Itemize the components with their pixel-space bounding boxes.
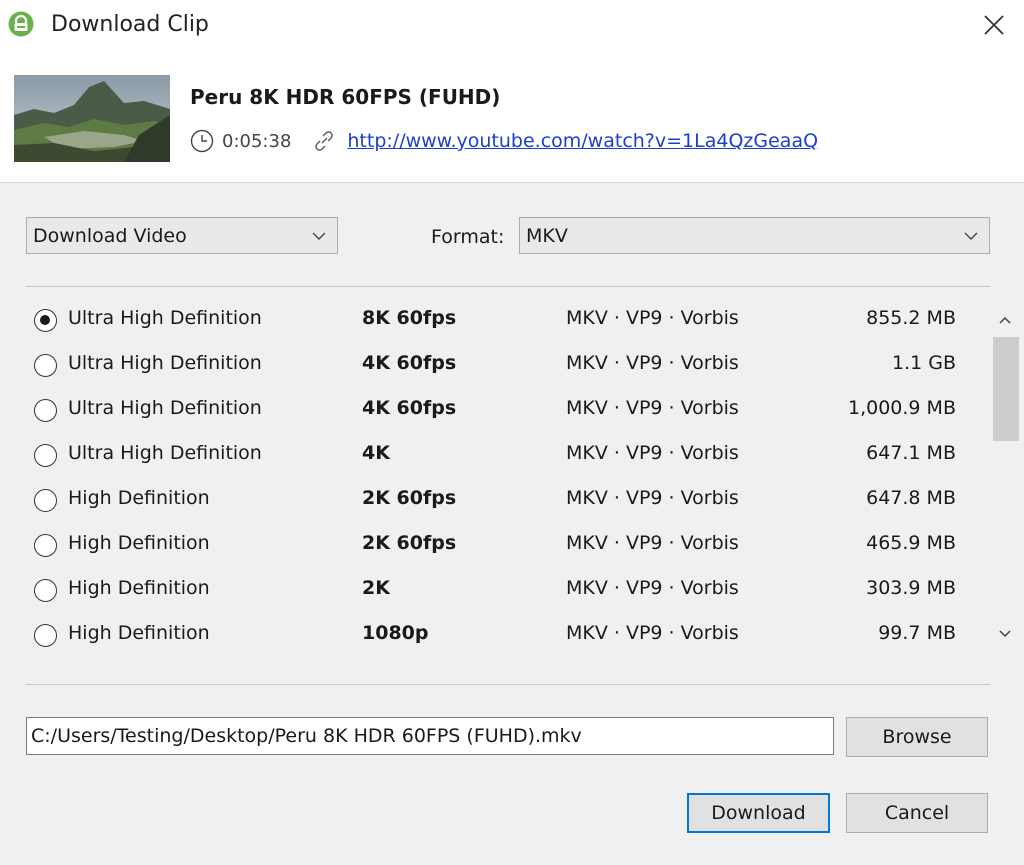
stream-resolution: 4K	[362, 442, 390, 464]
window-title: Download Clip	[51, 12, 209, 37]
video-thumbnail	[14, 75, 170, 162]
video-url-link[interactable]: http://www.youtube.com/watch?v=1La4QzGea…	[347, 130, 818, 152]
stream-codec: MKV · VP9 · Vorbis	[566, 307, 739, 329]
chevron-down-icon	[964, 232, 978, 240]
stream-size: 1.1 GB	[891, 352, 956, 374]
stream-quality: Ultra High Definition	[68, 307, 262, 329]
video-duration: 0:05:38	[222, 130, 292, 152]
stream-row[interactable]: Ultra High Definition 4K 60fps MKV · VP9…	[26, 388, 966, 433]
clock-icon	[190, 129, 214, 153]
browse-button[interactable]: Browse	[846, 717, 988, 757]
stream-radio[interactable]	[34, 489, 57, 512]
stream-radio[interactable]	[34, 534, 57, 557]
video-meta: 0:05:38 http://www.youtube.com/watch?v=1…	[190, 126, 818, 156]
download-button[interactable]: Download	[687, 793, 830, 833]
clip-header: Download Clip Peru 8K HDR 60FPS (FUHD) 0…	[0, 0, 1024, 183]
stream-quality: Ultra High Definition	[68, 397, 262, 419]
cancel-button[interactable]: Cancel	[846, 793, 988, 833]
stream-resolution: 8K 60fps	[362, 307, 457, 329]
stream-codec: MKV · VP9 · Vorbis	[566, 487, 739, 509]
stream-row[interactable]: High Definition 2K 60fps MKV · VP9 · Vor…	[26, 478, 966, 523]
stream-radio[interactable]	[34, 444, 57, 467]
stream-size: 99.7 MB	[878, 622, 956, 644]
stream-size: 1,000.9 MB	[848, 397, 956, 419]
stream-quality: Ultra High Definition	[68, 352, 262, 374]
stream-row[interactable]: Ultra High Definition 4K 60fps MKV · VP9…	[26, 343, 966, 388]
video-title: Peru 8K HDR 60FPS (FUHD)	[190, 85, 501, 109]
stream-quality: High Definition	[68, 622, 210, 644]
format-value: MKV	[526, 224, 568, 247]
stream-resolution: 2K 60fps	[362, 532, 457, 554]
stream-quality: High Definition	[68, 532, 210, 554]
stream-row[interactable]: High Definition 2K 60fps MKV · VP9 · Vor…	[26, 523, 966, 568]
app-logo-icon	[8, 11, 34, 37]
stream-resolution: 2K	[362, 577, 390, 599]
download-mode-select[interactable]: Download Video	[26, 217, 338, 254]
stream-quality: Ultra High Definition	[68, 442, 262, 464]
download-mode-value: Download Video	[33, 224, 187, 247]
stream-radio[interactable]	[34, 399, 57, 422]
format-select[interactable]: MKV	[519, 217, 990, 254]
output-path-input[interactable]	[26, 717, 834, 755]
stream-radio[interactable]	[34, 309, 57, 332]
stream-radio[interactable]	[34, 579, 57, 602]
stream-codec: MKV · VP9 · Vorbis	[566, 532, 739, 554]
stream-list: Ultra High Definition 8K 60fps MKV · VP9…	[26, 298, 992, 653]
stream-resolution: 1080p	[362, 622, 429, 644]
chevron-down-icon	[312, 232, 326, 240]
stream-row[interactable]: Ultra High Definition 4K MKV · VP9 · Vor…	[26, 433, 966, 478]
stream-row[interactable]: High Definition 1080p MKV · VP9 · Vorbis…	[26, 613, 966, 653]
stream-resolution: 2K 60fps	[362, 487, 457, 509]
stream-codec: MKV · VP9 · Vorbis	[566, 397, 739, 419]
divider	[26, 684, 990, 685]
stream-size: 647.8 MB	[866, 487, 956, 509]
divider	[26, 286, 990, 287]
stream-codec: MKV · VP9 · Vorbis	[566, 352, 739, 374]
format-label: Format:	[431, 226, 505, 248]
stream-resolution: 4K 60fps	[362, 397, 457, 419]
link-icon	[315, 131, 334, 151]
stream-list-scrollbar[interactable]	[990, 305, 1020, 650]
scrollbar-thumb[interactable]	[993, 337, 1019, 441]
close-button[interactable]	[974, 6, 1014, 44]
stream-row[interactable]: Ultra High Definition 8K 60fps MKV · VP9…	[26, 298, 966, 343]
stream-quality: High Definition	[68, 577, 210, 599]
stream-size: 303.9 MB	[866, 577, 956, 599]
stream-size: 465.9 MB	[866, 532, 956, 554]
stream-resolution: 4K 60fps	[362, 352, 457, 374]
stream-size: 647.1 MB	[866, 442, 956, 464]
stream-codec: MKV · VP9 · Vorbis	[566, 577, 739, 599]
close-icon	[984, 15, 1004, 35]
stream-codec: MKV · VP9 · Vorbis	[566, 442, 739, 464]
chevron-down-icon[interactable]	[997, 625, 1013, 641]
stream-codec: MKV · VP9 · Vorbis	[566, 622, 739, 644]
stream-radio[interactable]	[34, 624, 57, 647]
stream-row[interactable]: High Definition 2K MKV · VP9 · Vorbis 30…	[26, 568, 966, 613]
stream-quality: High Definition	[68, 487, 210, 509]
stream-radio[interactable]	[34, 354, 57, 377]
stream-size: 855.2 MB	[866, 307, 956, 329]
chevron-up-icon[interactable]	[997, 313, 1013, 329]
